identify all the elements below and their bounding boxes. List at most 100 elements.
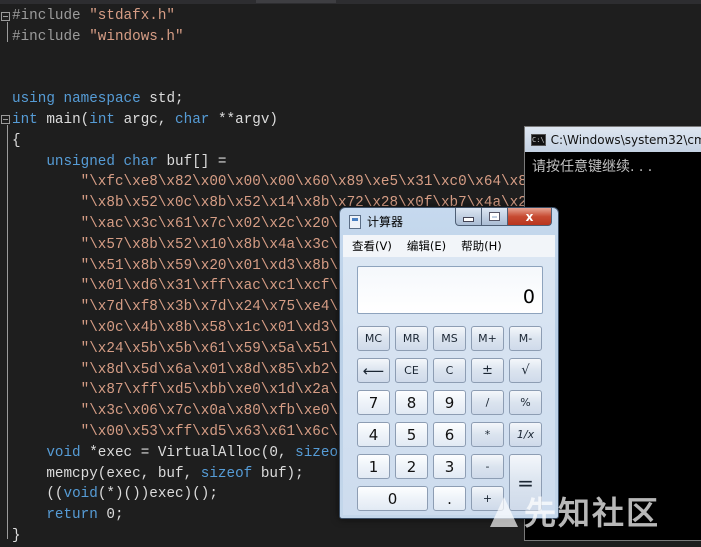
code-token: int [89,112,124,128]
digit-2-button[interactable]: 2 [395,454,428,479]
code-token: "\x24\x5b\x5b\x61\x59\x5a\x51\x [12,340,347,357]
code-token: return [12,507,107,524]
subtract-button[interactable]: - [471,454,504,479]
code-token: 0; [106,507,124,524]
digit-5-button[interactable]: 5 [395,422,428,447]
plus-minus-button[interactable]: ± [471,358,504,383]
digit-0-button[interactable]: 0 [357,486,428,511]
digit-4-button[interactable]: 4 [357,422,390,447]
m-plus-button[interactable]: M+ [471,326,504,351]
digit-9-button[interactable]: 9 [433,390,466,415]
mc-button[interactable]: MC [357,326,390,351]
minimize-icon [463,217,474,222]
code-line: int main(int argc, char **argv) [12,110,278,131]
minimize-button[interactable] [455,208,482,226]
code-token: void [12,444,90,461]
fold-guide [7,22,8,42]
fold-collapse-icon[interactable] [1,12,10,21]
mr-button[interactable]: MR [395,326,428,351]
watermark-text: 先知社区 [524,494,661,532]
code-token: #include [12,28,90,45]
cmd-icon: C:\ [531,133,546,146]
sqrt-button[interactable]: √ [509,358,542,383]
close-button[interactable]: x [508,208,552,226]
code-line: "\x51\x8b\x59\x20\x01\xd3\x8b\x [12,256,347,277]
fold-guide [7,125,8,539]
code-token: "stdafx.h" [89,8,176,24]
menu-help[interactable]: 帮助(H) [452,238,508,254]
calculator-app-icon [349,215,361,229]
fold-collapse-icon[interactable] [1,115,10,124]
code-line: unsigned char buf[] = [12,152,227,173]
ms-button[interactable]: MS [433,326,466,351]
code-line: "\x01\xd6\x31\xff\xac\xc1\xcf\x [12,276,347,297]
reciprocal-button[interactable]: 1/x [509,422,542,447]
code-line: ((void(*)())exec)(); [12,484,218,505]
code-line: "\x87\xff\xd5\xbb\xe0\x1d\x2a\x [12,380,347,401]
code-line: "\x7d\xf8\x3b\x7d\x24\x75\xe4\x [12,297,347,318]
percent-button[interactable]: % [509,390,542,415]
code-line: "\xfc\xe8\x82\x00\x00\x00\x60\x89\xe5\x3… [12,172,536,193]
code-token: sizeof [200,465,261,482]
digit-1-button[interactable]: 1 [357,454,390,479]
watermark-logo-icon [486,491,522,531]
active-tab-marker [256,0,336,3]
maximize-button[interactable] [482,208,508,226]
code-token: "\xac\x3c\x61\x7c\x02\x2c\x20\x [12,216,347,232]
code-line: { [12,131,21,152]
code-line: "\x24\x5b\x5b\x61\x59\x5a\x51\x [12,339,347,360]
code-token: "windows.h" [89,28,184,45]
code-line: "\x3c\x06\x7c\x0a\x80\xfb\xe0\x [12,401,347,422]
code-line: memcpy(exec, buf, sizeof buf); [12,464,304,485]
code-token: int [12,112,47,128]
code-token: #include [12,8,90,24]
code-token: "\x8d\x5d\x6a\x01\x8d\x85\xb2\x [12,361,347,378]
code-token: namespace [63,91,150,108]
code-token: { [12,132,21,149]
menu-edit[interactable]: 编辑(E) [398,238,452,254]
multiply-button[interactable]: * [471,422,504,447]
code-line: void *exec = VirtualAlloc(0, sizeof [12,443,346,464]
code-token: argc, [123,112,176,128]
digit-7-button[interactable]: 7 [357,390,390,415]
backspace-button[interactable]: ⟵ [357,358,390,383]
code-token: "\x3c\x06\x7c\x0a\x80\xfb\xe0\x [12,403,347,420]
code-line: using namespace std; [12,89,184,110]
digit-3-button[interactable]: 3 [433,454,466,479]
clear-button[interactable]: C [433,358,466,383]
console-titlebar[interactable]: C:\ C:\Windows\system32\cm [525,127,701,152]
console-output: 请按任意键继续. . . [532,159,653,175]
code-token: "\x51\x8b\x59\x20\x01\xd3\x8b\x [12,257,347,274]
code-token: "\x57\x8b\x52\x10\x8b\x4a\x3c\x [12,236,347,253]
code-token: buf[] = [166,153,227,170]
code-token: unsigned [12,153,124,170]
code-token: buf); [260,465,304,482]
clear-entry-button[interactable]: CE [395,358,428,383]
code-token: memcpy(exec, buf, [12,465,201,482]
code-token: **argv) [217,112,279,128]
calculator-titlebar[interactable]: 计算器 x [340,208,558,234]
display-value: 0 [522,286,535,308]
calculator-title: 计算器 [367,215,404,229]
code-line: "\x57\x8b\x52\x10\x8b\x4a\x3c\x [12,235,347,256]
calculator-display: 0 [357,266,543,314]
m-minus-button[interactable]: M- [509,326,542,351]
code-token: std; [149,91,184,108]
code-token: using [12,91,64,108]
code-token: "\x00\x53\xff\xd5\x63\x61\x6c\x [12,424,347,440]
menu-view[interactable]: 查看(V) [343,238,398,254]
code-line: "\xac\x3c\x61\x7c\x02\x2c\x20\x [12,214,347,235]
code-line: return 0; [12,505,124,526]
close-icon: x [525,209,534,224]
code-token: *exec = VirtualAlloc(0, [89,444,296,461]
code-token: main( [46,112,90,128]
code-token: (( [12,486,64,503]
code-line: "\x8d\x5d\x6a\x01\x8d\x85\xb2\x [12,360,347,381]
calculator-window[interactable]: 计算器 x 查看(V) 编辑(E) 帮助(H) 0 MC MR MS M+ M-… [339,207,559,519]
code-token: "\x7d\xf8\x3b\x7d\x24\x75\xe4\x [12,299,347,316]
code-token: "\x87\xff\xd5\xbb\xe0\x1d\x2a\x [12,382,347,399]
divide-button[interactable]: / [471,390,504,415]
digit-8-button[interactable]: 8 [395,390,428,415]
digit-6-button[interactable]: 6 [433,422,466,447]
decimal-button[interactable]: . [433,486,466,511]
